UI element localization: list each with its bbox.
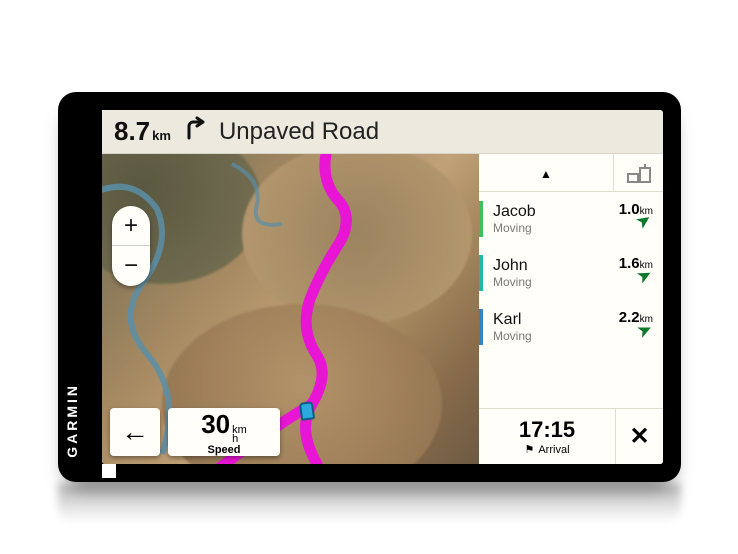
close-button[interactable]: ✕ (615, 409, 663, 464)
speed-panel[interactable]: 30 kmh Speed (168, 408, 280, 456)
arrival-panel[interactable]: 17:15 ⚑ Arrival (479, 417, 615, 456)
speed-label: Speed (207, 444, 240, 456)
map-view[interactable]: + − ← 30 kmh Speed (102, 154, 479, 464)
rider-name: Jacob (493, 203, 619, 221)
zoom-controls: + − (112, 206, 150, 286)
navigation-bar[interactable]: 8.7 km Unpaved Road (102, 110, 663, 154)
rider-status: Moving (493, 329, 619, 343)
vehicle-marker-icon (299, 401, 315, 421)
street-name: Unpaved Road (219, 118, 379, 146)
rider-name: John (493, 257, 619, 275)
brand-label: GARMIN (64, 383, 80, 458)
group-ride-icon (626, 162, 652, 184)
side-panel: ▲ JacobMoving1.0km➤JohnMoving1.6km➤KarlM… (479, 154, 663, 464)
screen: 8.7 km Unpaved Road (102, 110, 663, 464)
zoom-in-button[interactable]: + (112, 206, 150, 246)
rider-color-bar (479, 201, 483, 237)
rider-color-bar (479, 309, 483, 345)
back-button[interactable]: ← (110, 408, 160, 456)
rider-color-bar (479, 255, 483, 291)
arrival-label: Arrival (538, 444, 569, 456)
rider-list: JacobMoving1.0km➤JohnMoving1.6km➤KarlMov… (479, 192, 663, 408)
rider-item[interactable]: JohnMoving1.6km➤ (479, 246, 663, 300)
zoom-out-button[interactable]: − (112, 246, 150, 286)
arrival-time: 17:15 (519, 417, 575, 443)
gps-device: GARMIN 8.7 km Unpaved Road (58, 92, 681, 482)
rider-item[interactable]: KarlMoving2.2km➤ (479, 300, 663, 354)
turn-right-icon (183, 116, 207, 147)
next-turn-distance: 8.7 km (114, 116, 171, 147)
flag-icon: ⚑ (524, 443, 534, 456)
chevron-up-icon: ▲ (540, 167, 552, 181)
rider-status: Moving (493, 221, 619, 235)
speed-value: 30 (201, 409, 230, 440)
rider-item[interactable]: JacobMoving1.0km➤ (479, 192, 663, 246)
arrow-left-icon: ← (121, 416, 149, 448)
scroll-up-button[interactable]: ▲ (479, 162, 613, 183)
close-icon: ✕ (629, 422, 649, 451)
view-mode-button[interactable] (613, 154, 663, 191)
rider-name: Karl (493, 311, 619, 329)
rider-status: Moving (493, 275, 619, 289)
